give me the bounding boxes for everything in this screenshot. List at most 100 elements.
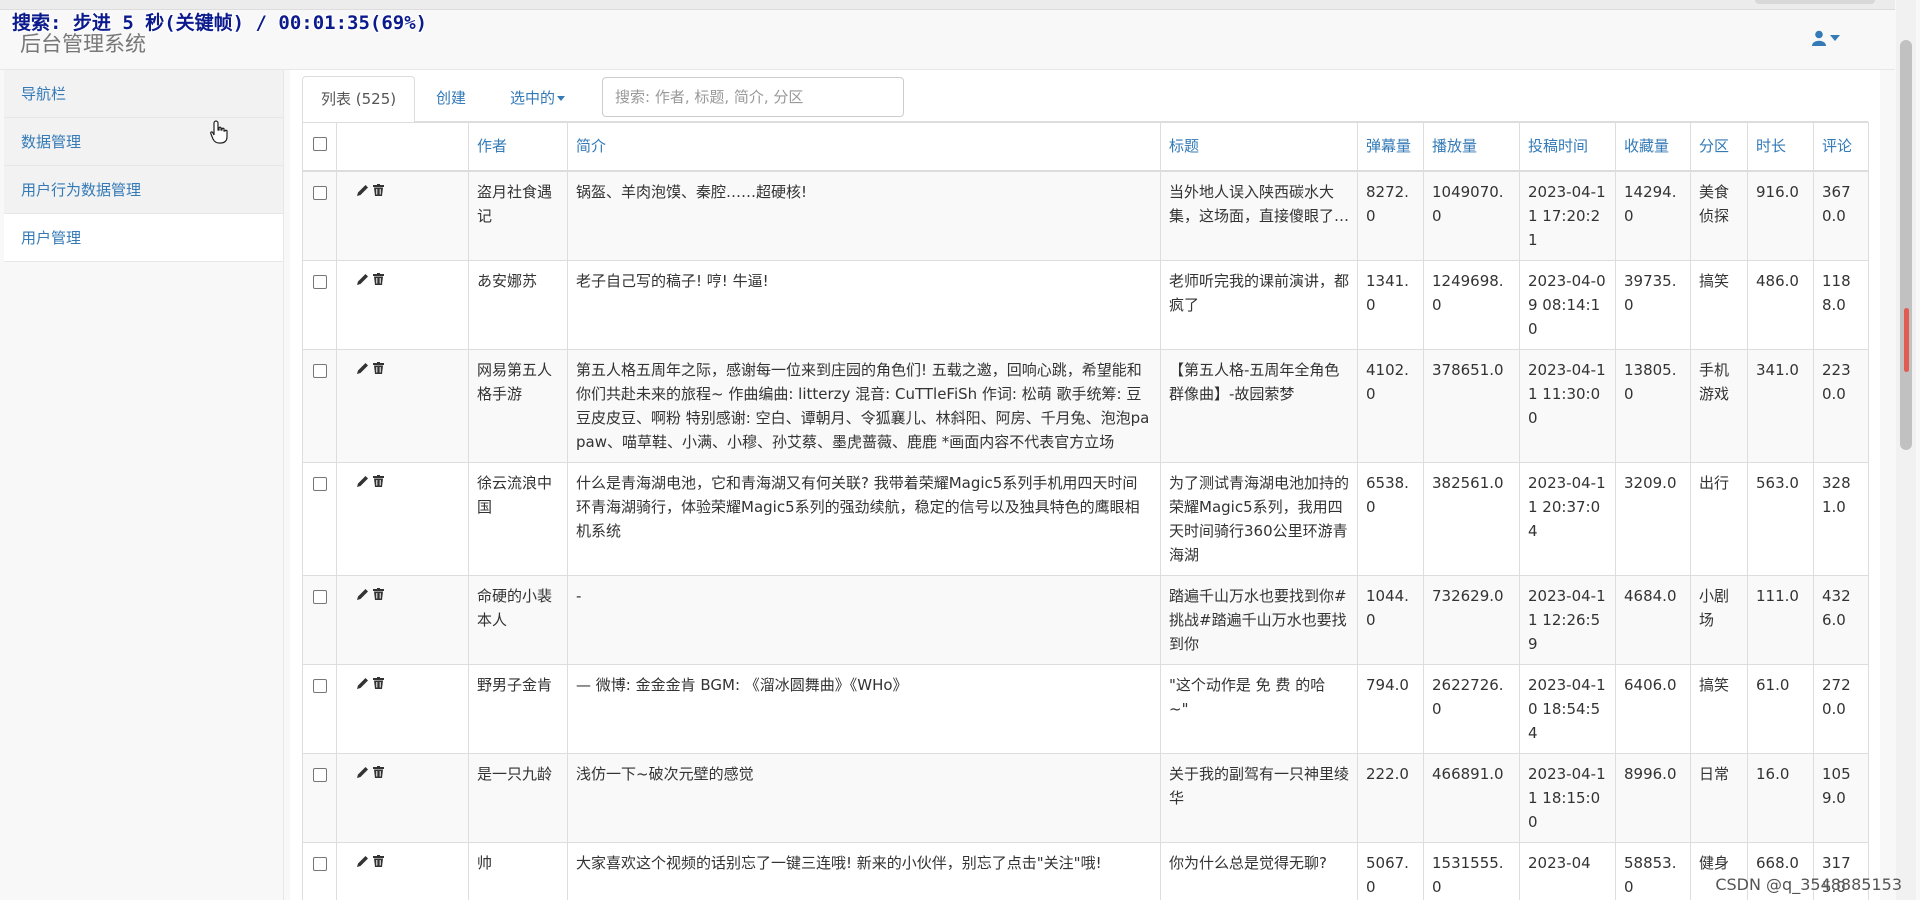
row-actions bbox=[336, 348, 469, 463]
cell-favorites: 3209.0 bbox=[1615, 461, 1691, 576]
user-menu[interactable] bbox=[1812, 30, 1840, 46]
table-row: 是一只九龄 浅仿一下~破次元壁的感觉 关于我的副驾有一只神里绫华 222.0 46689… bbox=[302, 752, 1869, 843]
cell-duration: 111.0 bbox=[1747, 574, 1814, 665]
cell-author: 帅 bbox=[468, 841, 568, 900]
cell-danmaku: 5067.0 bbox=[1357, 841, 1424, 900]
row-checkbox[interactable] bbox=[312, 476, 327, 491]
column-header-author[interactable]: 作者 bbox=[468, 122, 568, 172]
edit-icon[interactable] bbox=[357, 588, 369, 600]
cell-plays: 466891.0 bbox=[1423, 752, 1520, 843]
cell-time: 2023-04-11 20:37:04 bbox=[1519, 461, 1616, 576]
scrollbar-marker bbox=[1904, 308, 1909, 372]
cell-comments: 3670.0 bbox=[1813, 170, 1869, 261]
row-checkbox[interactable] bbox=[312, 589, 327, 604]
column-header-favorites[interactable]: 收藏量 bbox=[1615, 122, 1691, 172]
cell-intro: 浅仿一下~破次元壁的感觉 bbox=[567, 752, 1161, 843]
cell-author: 徐云流浪中国 bbox=[468, 461, 568, 576]
row-checkbox[interactable] bbox=[312, 767, 327, 782]
column-header-category[interactable]: 分区 bbox=[1690, 122, 1748, 172]
row-checkbox[interactable] bbox=[312, 185, 327, 200]
cell-plays: 732629.0 bbox=[1423, 574, 1520, 665]
table-row: 徐云流浪中国 什么是青海湖电池，它和青海湖又有何关联? 我带着荣耀Magic5系列… bbox=[302, 461, 1869, 576]
cell-time: 2023-04-11 18:15:00 bbox=[1519, 752, 1616, 843]
cell-danmaku: 222.0 bbox=[1357, 752, 1424, 843]
tab-list[interactable]: 列表 (525) bbox=[302, 76, 416, 123]
row-actions bbox=[336, 663, 469, 754]
cell-plays: 1249698.0 bbox=[1423, 259, 1520, 350]
cell-category: 小剧场 bbox=[1690, 574, 1748, 665]
column-header-title[interactable]: 标题 bbox=[1160, 122, 1358, 172]
cell-favorites: 4684.0 bbox=[1615, 574, 1691, 665]
table-row: 帅大家喜欢这个视频的话别忘了一键三连哦! 新来的小伙伴，别忘了点击"关注"哦! 你… bbox=[302, 841, 1869, 900]
page-scrollbar[interactable] bbox=[1896, 0, 1916, 900]
table-row: 盗月社食遇记 锅盔、羊肉泡馍、秦腔……超硬核! 当外地人误入陕西碳水大集，这场面，直… bbox=[302, 170, 1869, 261]
delete-icon[interactable] bbox=[373, 854, 384, 867]
row-select-cell bbox=[302, 663, 337, 754]
delete-icon[interactable] bbox=[373, 361, 384, 374]
cell-danmaku: 6538.0 bbox=[1357, 461, 1424, 576]
cell-title: 【第五人格-五周年全角色群像曲】-故园萦梦 bbox=[1160, 348, 1358, 463]
edit-icon[interactable] bbox=[357, 855, 369, 867]
edit-icon[interactable] bbox=[357, 362, 369, 374]
cell-title: "这个动作是 免 费 的哈 ~" bbox=[1160, 663, 1358, 754]
delete-icon[interactable] bbox=[373, 765, 384, 778]
edit-icon[interactable] bbox=[357, 677, 369, 689]
column-header-plays[interactable]: 播放量 bbox=[1423, 122, 1520, 172]
edit-icon[interactable] bbox=[357, 475, 369, 487]
table-header-row: 作者 简介 标题 弹幕量 播放量 投稿时间 收藏量 分区 时长 评论 bbox=[302, 122, 1869, 172]
cell-title: 当外地人误入陕西碳水大集，这场面，直接傻眼了… bbox=[1160, 170, 1358, 261]
row-select-cell bbox=[302, 752, 337, 843]
delete-icon[interactable] bbox=[373, 183, 384, 196]
row-checkbox[interactable] bbox=[312, 274, 327, 289]
sidebar-item-user-behavior-data[interactable]: 用户行为数据管理 bbox=[4, 166, 283, 214]
cell-category: 出行 bbox=[1690, 461, 1748, 576]
cell-intro: 老子自己写的稿子! 哼! 牛逼! bbox=[567, 259, 1161, 350]
search-input[interactable] bbox=[602, 77, 904, 117]
select-all-checkbox[interactable] bbox=[312, 137, 327, 152]
cell-favorites: 6406.0 bbox=[1615, 663, 1691, 754]
row-actions bbox=[336, 170, 469, 261]
column-header-time[interactable]: 投稿时间 bbox=[1519, 122, 1616, 172]
caret-down-icon bbox=[1830, 35, 1840, 41]
cell-category: 搞笑 bbox=[1690, 259, 1748, 350]
cell-author: あ安娜苏 bbox=[468, 259, 568, 350]
caret-down-icon bbox=[557, 96, 566, 101]
edit-icon[interactable] bbox=[357, 766, 369, 778]
row-checkbox[interactable] bbox=[312, 856, 327, 871]
scrollbar-thumb[interactable] bbox=[1900, 40, 1912, 450]
cell-favorites: 39735.0 bbox=[1615, 259, 1691, 350]
sidebar-item-user-management[interactable]: 用户管理 bbox=[4, 214, 283, 262]
column-header-duration[interactable]: 时长 bbox=[1747, 122, 1814, 172]
delete-icon[interactable] bbox=[373, 272, 384, 285]
cell-plays: 1531555.0 bbox=[1423, 841, 1520, 900]
cell-plays: 1049070.0 bbox=[1423, 170, 1520, 261]
row-actions bbox=[336, 841, 469, 900]
delete-icon[interactable] bbox=[373, 587, 384, 600]
cell-duration: 16.0 bbox=[1747, 752, 1814, 843]
cell-time: 2023-04-09 08:14:10 bbox=[1519, 259, 1616, 350]
player-overlay-text: 搜索: 步进 5 秒(关键帧) / 00:01:35(69%) bbox=[12, 12, 428, 34]
cell-time: 2023-04-11 17:20:21 bbox=[1519, 170, 1616, 261]
cell-duration: 916.0 bbox=[1747, 170, 1814, 261]
tab-create[interactable]: 创建 bbox=[418, 76, 484, 122]
column-header-comments[interactable]: 评论 bbox=[1813, 122, 1869, 172]
sidebar-item-data-management[interactable]: 数据管理 bbox=[4, 118, 283, 166]
table-row: 野男子金肯 — 微博: 金金金肯 BGM: 《溜冰圆舞曲》《WHo》 "这个动作是 … bbox=[302, 663, 1869, 754]
row-select-cell bbox=[302, 170, 337, 261]
tab-selected[interactable]: 选中的 bbox=[492, 76, 583, 122]
cell-favorites: 14294.0 bbox=[1615, 170, 1691, 261]
cell-title: 关于我的副驾有一只神里绫华 bbox=[1160, 752, 1358, 843]
cell-time: 2023-04 bbox=[1519, 841, 1616, 900]
cell-comments: 3281.0 bbox=[1813, 461, 1869, 576]
sidebar-item-nav[interactable]: 导航栏 bbox=[4, 70, 283, 118]
row-checkbox[interactable] bbox=[312, 363, 327, 378]
row-checkbox[interactable] bbox=[312, 678, 327, 693]
cell-favorites: 13805.0 bbox=[1615, 348, 1691, 463]
edit-icon[interactable] bbox=[357, 273, 369, 285]
cell-intro: — 微博: 金金金肯 BGM: 《溜冰圆舞曲》《WHo》 bbox=[567, 663, 1161, 754]
column-header-intro[interactable]: 简介 bbox=[567, 122, 1161, 172]
delete-icon[interactable] bbox=[373, 474, 384, 487]
column-header-danmaku[interactable]: 弹幕量 bbox=[1357, 122, 1424, 172]
delete-icon[interactable] bbox=[373, 676, 384, 689]
edit-icon[interactable] bbox=[357, 184, 369, 196]
